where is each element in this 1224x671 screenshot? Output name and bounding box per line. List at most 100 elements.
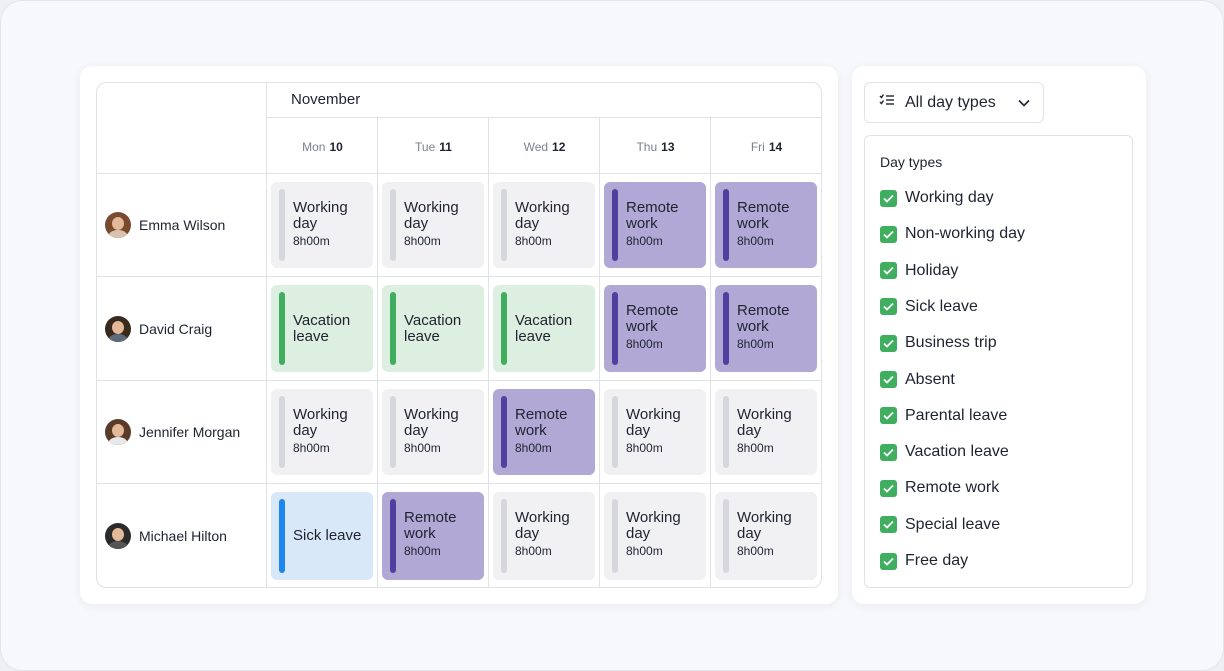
schedule-cell-working[interactable]: Working day 8h00m [382,182,484,268]
hours-label: 8h00m [293,441,330,455]
grid-divider [488,117,489,587]
schedule-cell-working[interactable]: Working day 8h00m [715,492,817,580]
schedule-cell-working[interactable]: Working day 8h00m [271,389,373,475]
day-type-label: Working day [737,509,792,542]
day-type-label: Remote work [626,302,679,335]
checkbox-checked-icon[interactable] [880,334,897,352]
hours-label: 8h00m [404,234,441,248]
checkbox-checked-icon[interactable] [880,371,897,388]
day-type-label: Remote work [404,509,457,542]
day-of-week: Tue [415,140,436,154]
day-type-option[interactable]: Free day [880,551,968,571]
day-number: 11 [439,140,452,154]
day-type-indicator [390,499,396,573]
day-type-indicator [723,396,729,468]
grid-divider [97,276,821,277]
schedule-cell-working[interactable]: Working day 8h00m [271,182,373,268]
person-row-header[interactable]: Jennifer Morgan [105,418,265,446]
day-type-label: Working day [626,406,681,439]
day-type-option[interactable]: Special leave [880,515,1000,535]
checkbox-checked-icon[interactable] [880,443,897,461]
schedule-cell-remote[interactable]: Remote work 8h00m [382,492,484,580]
grid-divider [266,83,267,587]
day-type-option-label: Sick leave [905,297,978,315]
schedule-cell-remote[interactable]: Remote work 8h00m [715,285,817,372]
grid-divider [599,117,600,587]
day-of-week: Wed [523,140,549,154]
day-type-option[interactable]: Business trip [880,333,997,353]
schedule-cell-working[interactable]: Working day 8h00m [493,182,595,268]
day-type-option-label: Holiday [905,261,959,279]
day-type-indicator [390,189,396,261]
checkbox-checked-icon[interactable] [880,516,897,534]
day-type-option[interactable]: Vacation leave [880,442,1009,462]
grid-divider [377,117,378,587]
schedule-cell-working[interactable]: Working day 8h00m [604,389,706,475]
day-type-label: Remote work [515,406,568,439]
day-of-week: Fri [750,140,765,154]
day-type-label: Vacation leave [293,311,351,345]
hours-label: 8h00m [404,544,441,558]
day-of-week: Thu [636,140,658,154]
day-type-label: Remote work [626,199,679,232]
schedule-cell-working[interactable]: Working day 8h00m [715,389,817,475]
grid-divider [710,117,711,587]
avatar [105,523,131,549]
day-type-option-label: Remote work [905,479,1000,497]
schedule-cell-remote[interactable]: Remote work 8h00m [493,389,595,475]
person-name: David Craig [139,320,213,337]
day-type-indicator [723,292,729,365]
day-header: Thu 13 [600,140,711,154]
hours-label: 8h00m [737,234,774,248]
day-type-label: Working day [626,509,681,542]
checkbox-checked-icon[interactable] [880,479,897,497]
checkbox-checked-icon[interactable] [880,262,897,280]
day-type-label: Vacation leave [515,311,573,345]
schedule-cell-vacation[interactable]: Vacation leave [493,285,595,372]
day-type-option[interactable]: Non-working day [880,224,1025,244]
day-type-option-label: Free day [905,552,969,569]
day-number: 14 [768,140,783,154]
schedule-cell-vacation[interactable]: Vacation leave [271,285,373,372]
checkbox-checked-icon[interactable] [880,189,897,207]
schedule-cell-vacation[interactable]: Vacation leave [382,285,484,372]
day-type-option-label: Business trip [905,334,997,352]
day-type-indicator [390,396,396,468]
day-type-option[interactable]: Remote work [880,478,999,498]
day-types-dropdown[interactable]: All day types [864,82,1044,123]
day-type-label: Working day [404,406,459,439]
calendar-card: November Mon 10 Tue 11 Wed 12 Thu 13 Fri 14 Emma … [80,66,838,604]
grid-divider [97,380,821,381]
day-type-option[interactable]: Parental leave [880,406,1007,426]
person-row-header[interactable]: David Craig [105,315,265,343]
day-type-indicator [501,396,507,468]
checkbox-checked-icon[interactable] [880,298,897,316]
schedule-cell-working[interactable]: Working day 8h00m [382,389,484,475]
day-type-option[interactable]: Holiday [880,261,958,281]
grid-divider [97,173,821,174]
schedule-cell-remote[interactable]: Remote work 8h00m [604,182,706,268]
day-type-option[interactable]: Sick leave [880,297,978,317]
filter-list-icon [879,93,895,112]
checkbox-checked-icon[interactable] [880,552,897,570]
chevron-down-icon [1017,96,1031,115]
hours-label: 8h00m [737,337,774,351]
day-type-option[interactable]: Absent [880,370,955,390]
day-of-week: Mon [302,140,326,154]
schedule-cell-remote[interactable]: Remote work 8h00m [604,285,706,372]
grid-divider [267,117,821,118]
checkbox-checked-icon[interactable] [880,407,897,425]
person-row-header[interactable]: Emma Wilson [105,211,265,239]
schedule-cell-working[interactable]: Working day 8h00m [604,492,706,580]
schedule-cell-remote[interactable]: Remote work 8h00m [715,182,817,268]
day-type-indicator [501,292,507,365]
person-row-header[interactable]: Michael Hilton [105,522,265,550]
day-type-option[interactable]: Working day [880,188,994,208]
day-type-option-label: Non-working day [905,225,1026,243]
schedule-cell-working[interactable]: Working day 8h00m [493,492,595,580]
month-label: November [291,91,361,108]
day-type-indicator [723,189,729,261]
day-type-indicator [612,189,618,261]
checkbox-checked-icon[interactable] [880,225,897,243]
schedule-cell-sick[interactable]: Sick leave [271,492,373,580]
